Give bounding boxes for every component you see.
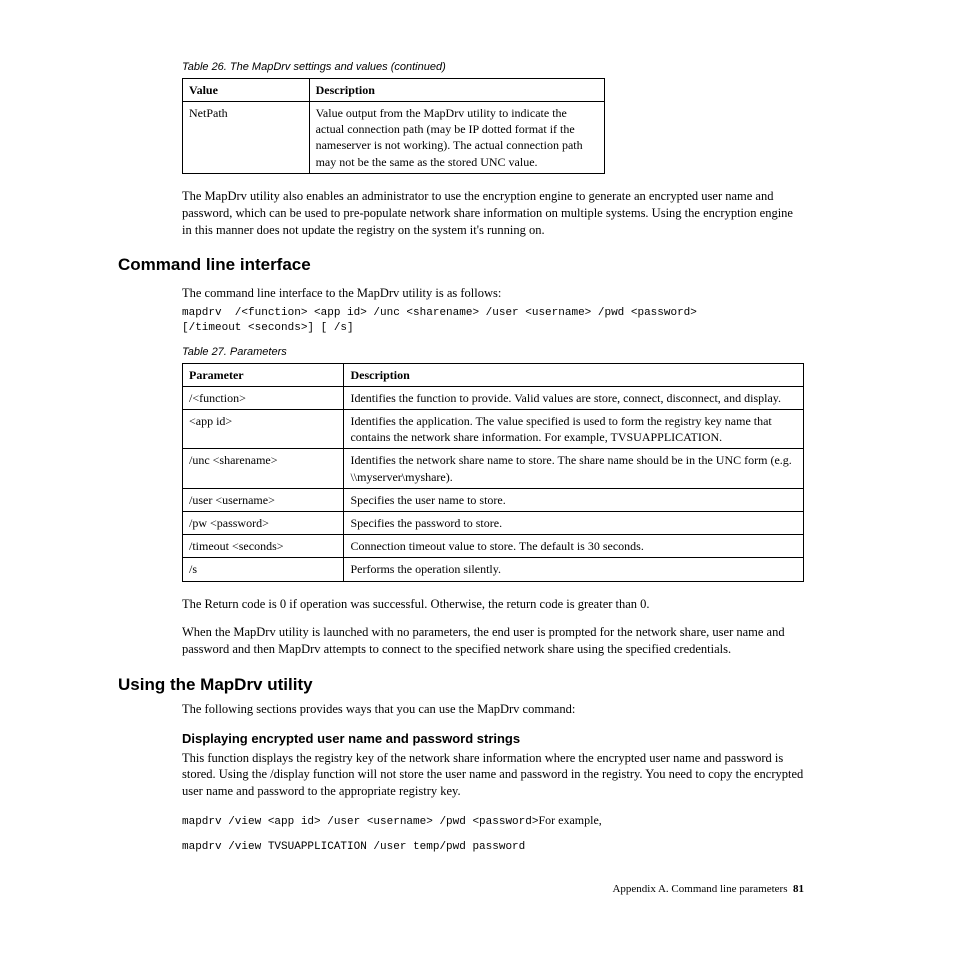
table27: Parameter Description /<function>Identif… <box>182 363 804 582</box>
document-page: Table 26. The MapDrv settings and values… <box>0 0 954 937</box>
table-row: /user <username>Specifies the user name … <box>183 488 804 511</box>
table-cell: /s <box>183 558 344 581</box>
table-cell: /user <username> <box>183 488 344 511</box>
table-cell: Identifies the function to provide. Vali… <box>344 386 804 409</box>
table-cell: NetPath <box>183 102 310 174</box>
table-header-row: Value Description <box>183 78 605 101</box>
content-block: The command line interface to the MapDrv… <box>182 285 804 658</box>
table-cell: /pw <password> <box>183 511 344 534</box>
table-row: /unc <sharename>Identifies the network s… <box>183 449 804 488</box>
footer-text: Appendix A. Command line parameters <box>612 883 787 895</box>
code-text: mapdrv /view <app id> /user <username> /… <box>182 816 538 828</box>
code-block: mapdrv /<function> <app id> /unc <sharen… <box>182 306 804 335</box>
page-footer: Appendix A. Command line parameters 81 <box>150 882 804 897</box>
heading-command-line-interface: Command line interface <box>118 254 804 277</box>
code-line: mapdrv /view <app id> /user <username> /… <box>182 812 804 830</box>
table-cell: Connection timeout value to store. The d… <box>344 535 804 558</box>
table-row: /<function>Identifies the function to pr… <box>183 386 804 409</box>
subheading-displaying-encrypted: Displaying encrypted user name and passw… <box>182 730 804 748</box>
table-cell: /timeout <seconds> <box>183 535 344 558</box>
table-row: /pw <password>Specifies the password to … <box>183 511 804 534</box>
table-header: Parameter <box>183 363 344 386</box>
table-cell: /<function> <box>183 386 344 409</box>
table26: Value Description NetPath Value output f… <box>182 78 605 174</box>
table27-caption: Table 27. Parameters <box>182 345 804 360</box>
table-header: Value <box>183 78 310 101</box>
table26-caption: Table 26. The MapDrv settings and values… <box>182 60 804 75</box>
table-cell: Specifies the password to store. <box>344 511 804 534</box>
paragraph: This function displays the registry key … <box>182 750 804 801</box>
paragraph: The Return code is 0 if operation was su… <box>182 596 804 613</box>
content-block: Table 26. The MapDrv settings and values… <box>182 60 804 238</box>
table-header: Description <box>344 363 804 386</box>
table-row: NetPath Value output from the MapDrv uti… <box>183 102 605 174</box>
table-row: <app id>Identifies the application. The … <box>183 410 804 449</box>
paragraph: When the MapDrv utility is launched with… <box>182 624 804 658</box>
table-row: /timeout <seconds>Connection timeout val… <box>183 535 804 558</box>
table-cell: Value output from the MapDrv utility to … <box>309 102 604 174</box>
table-header-row: Parameter Description <box>183 363 804 386</box>
paragraph: The command line interface to the MapDrv… <box>182 285 804 302</box>
table-cell: Specifies the user name to store. <box>344 488 804 511</box>
paragraph: The following sections provides ways tha… <box>182 701 804 718</box>
code-block: mapdrv /view TVSUAPPLICATION /user temp/… <box>182 840 804 854</box>
table-cell: /unc <sharename> <box>183 449 344 488</box>
table-cell: Identifies the application. The value sp… <box>344 410 804 449</box>
table-row: /sPerforms the operation silently. <box>183 558 804 581</box>
code-tail: For example, <box>538 813 601 827</box>
table-cell: Performs the operation silently. <box>344 558 804 581</box>
page-number: 81 <box>793 883 804 895</box>
table-cell: Identifies the network share name to sto… <box>344 449 804 488</box>
heading-using-mapdrv: Using the MapDrv utility <box>118 674 804 697</box>
table-header: Description <box>309 78 604 101</box>
paragraph: The MapDrv utility also enables an admin… <box>182 188 804 239</box>
table-cell: <app id> <box>183 410 344 449</box>
content-block: The following sections provides ways tha… <box>182 701 804 854</box>
